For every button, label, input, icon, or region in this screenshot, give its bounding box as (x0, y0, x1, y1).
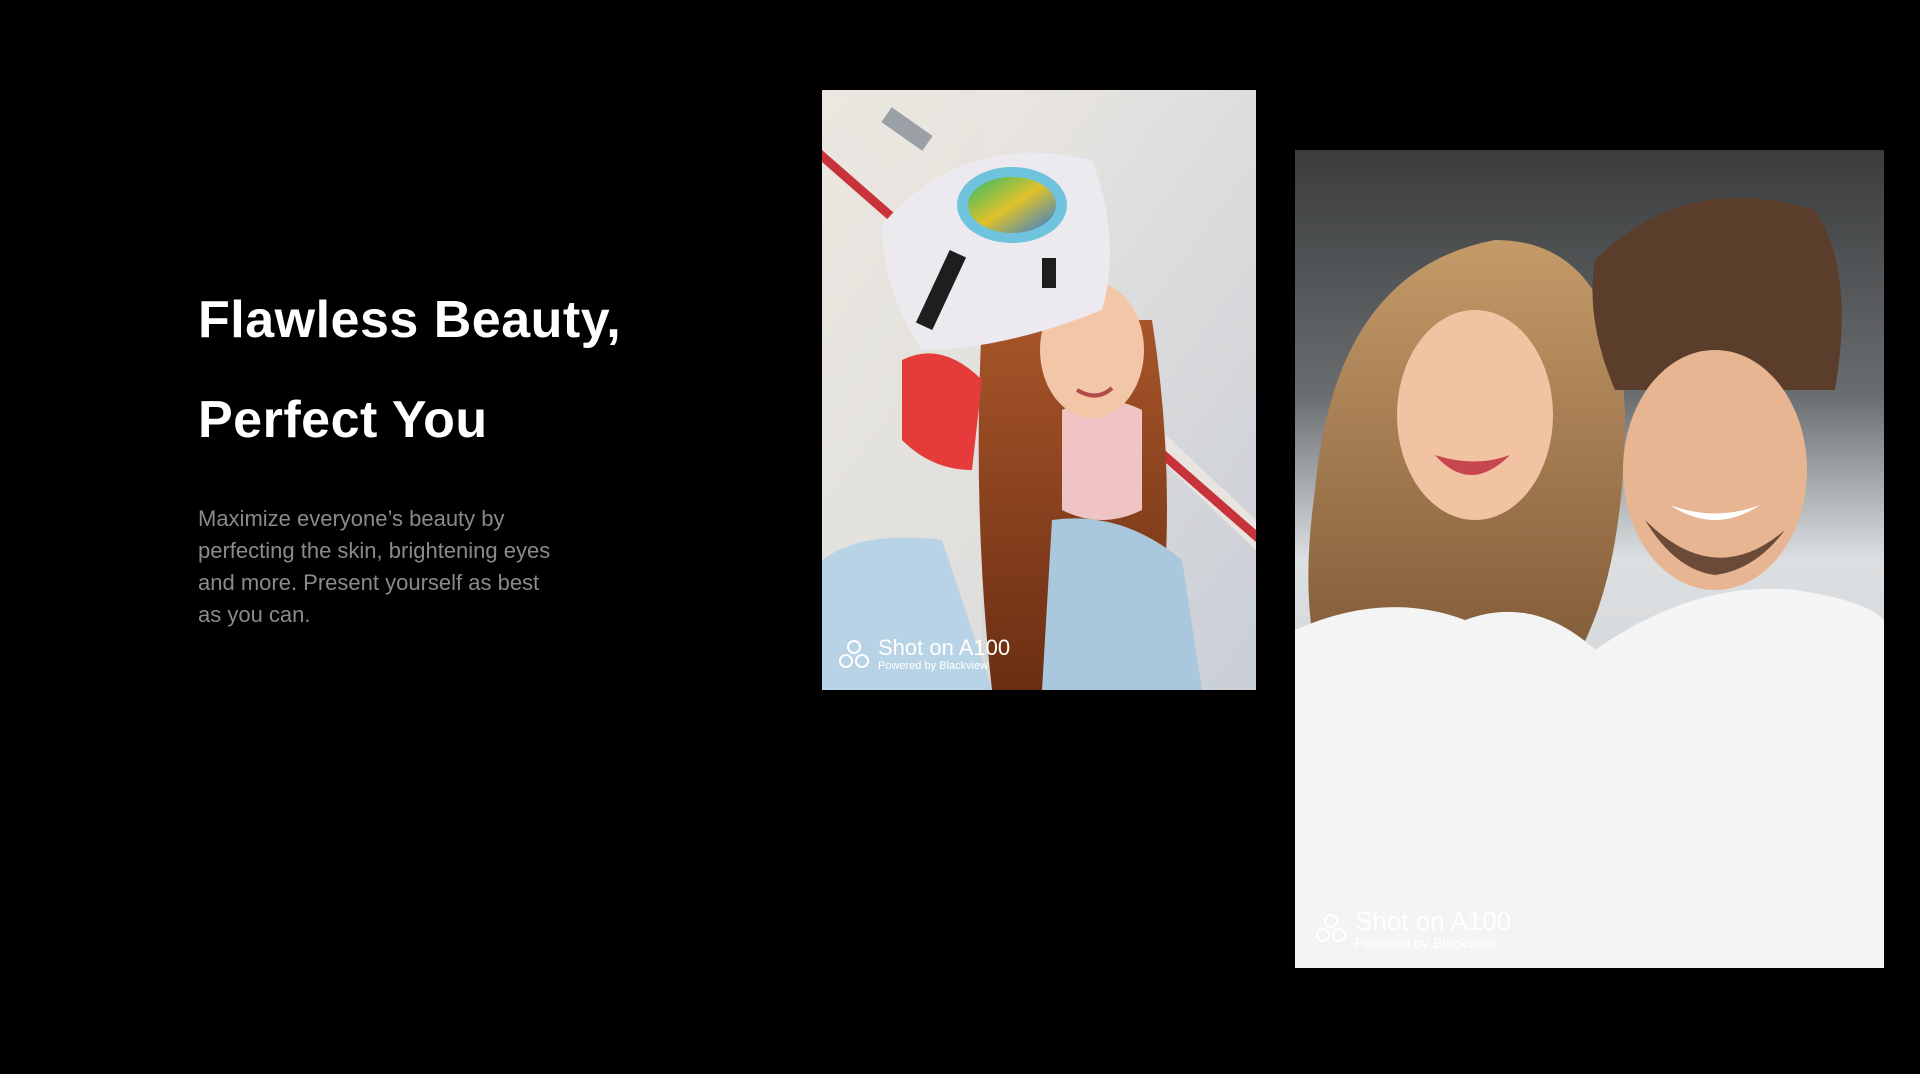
headline: Flawless Beauty, Perfect You (198, 270, 621, 470)
watermark-sub-text: Powered by Blackview (878, 660, 989, 672)
photo-couple-selfie: Shot on A100 Powered by Blackview (1295, 150, 1884, 968)
watermark: Shot on A100 Powered by Blackview (1315, 908, 1511, 950)
couple-photo-illustration (1295, 150, 1884, 968)
headline-line-1: Flawless Beauty, (198, 291, 622, 349)
camera-aperture-icon (1315, 913, 1347, 945)
headline-line-2: Perfect You (198, 391, 488, 449)
watermark-main-text: Shot on A100 (1355, 906, 1512, 936)
description-text: Maximize everyone’s beauty by perfecting… (198, 506, 551, 627)
photo-skier-woman: Shot on A100 Powered by Blackview (822, 90, 1256, 690)
watermark: Shot on A100 Powered by Blackview (838, 637, 1010, 672)
camera-aperture-icon (838, 639, 870, 671)
watermark-sub-text: Powered by Blackview (1355, 935, 1496, 951)
watermark-main-text: Shot on A100 (878, 635, 1011, 660)
skier-photo-illustration (822, 90, 1256, 690)
